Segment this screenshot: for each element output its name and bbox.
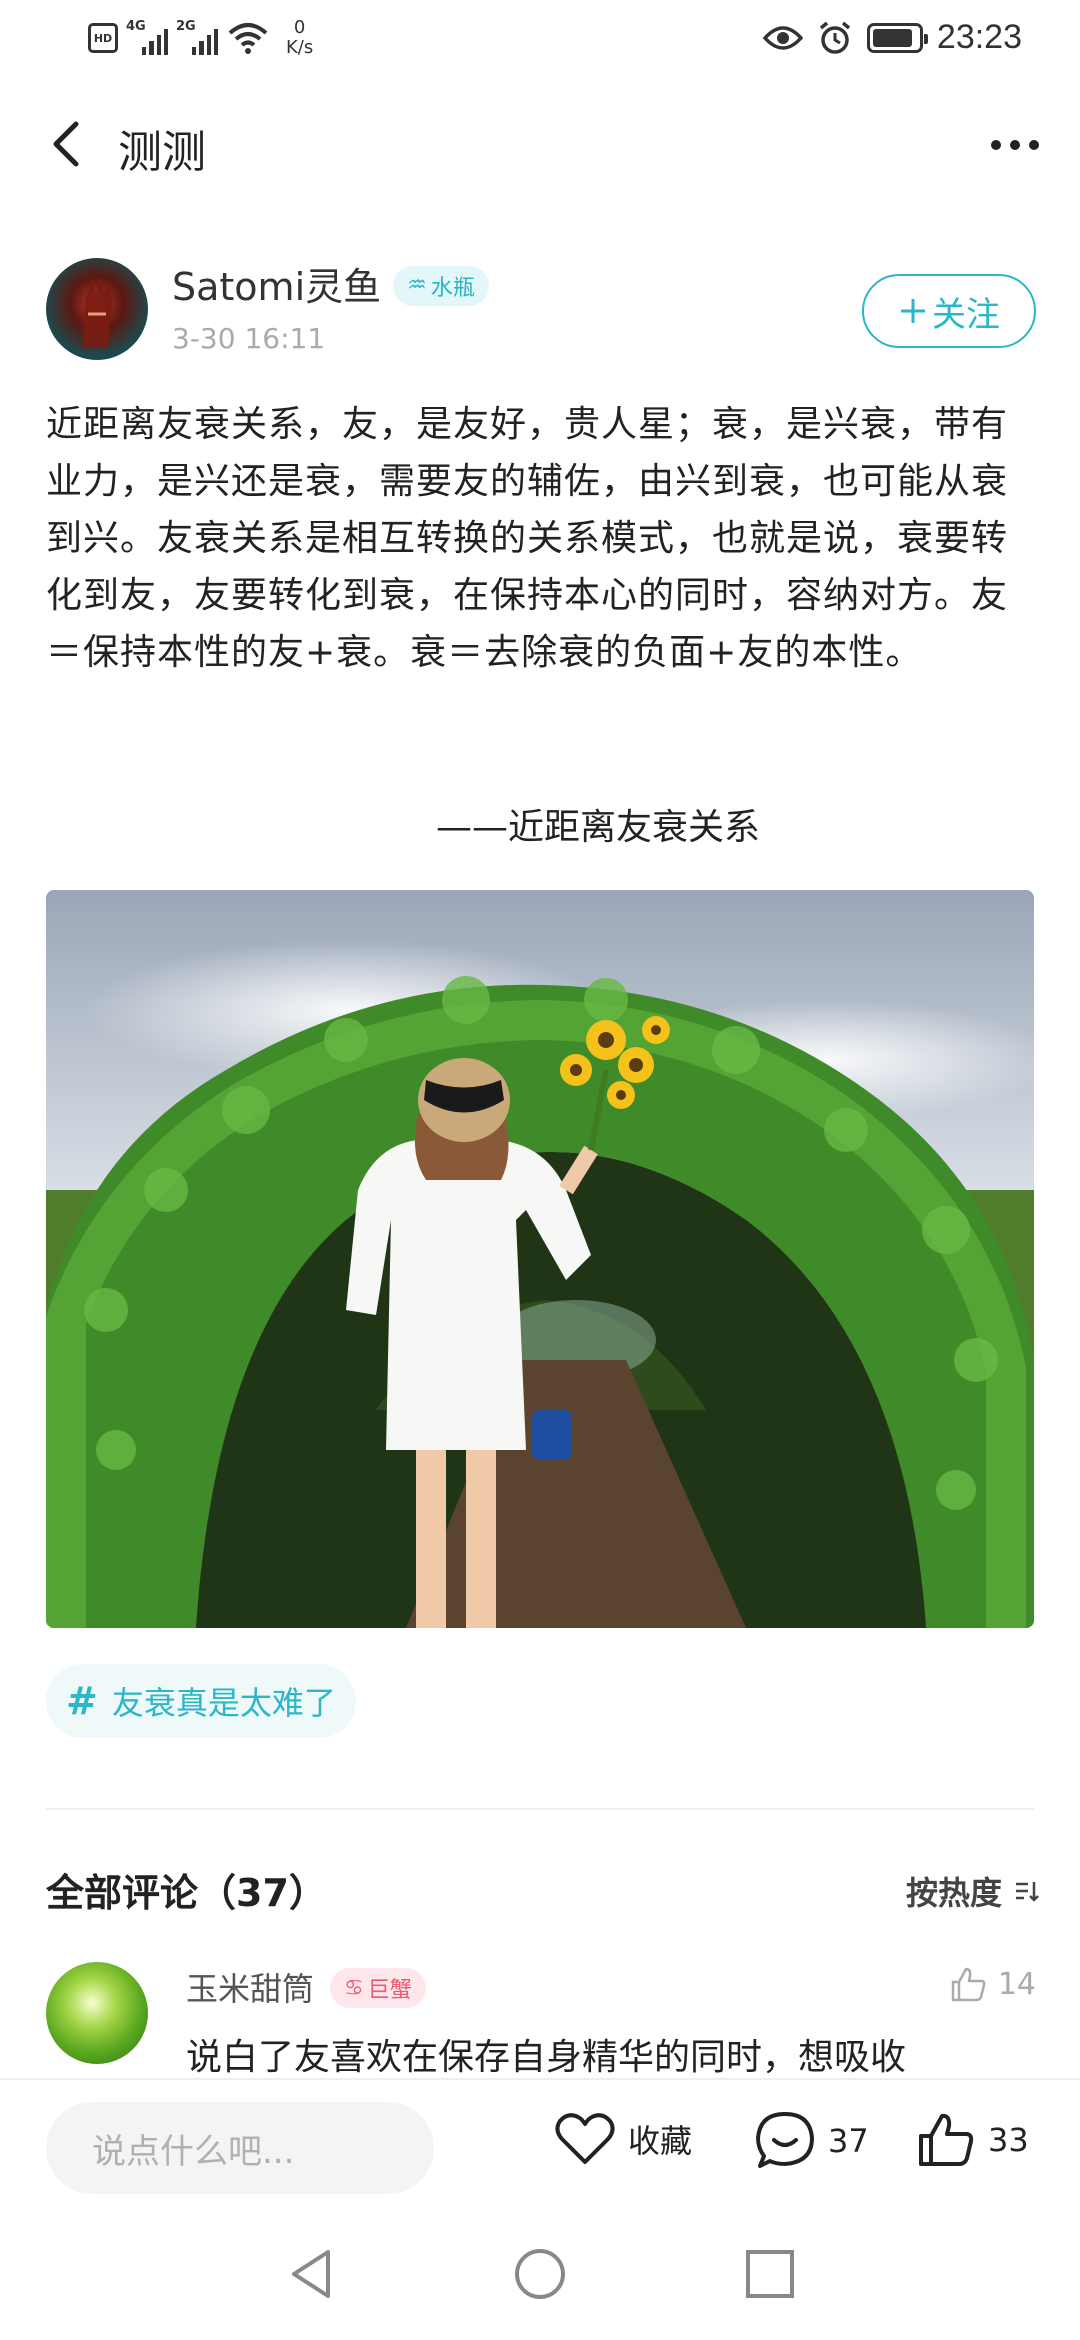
thumbs-up-icon	[919, 2113, 974, 2166]
bottom-action-bar: 说点什么吧... 收藏 37 33	[0, 2078, 1080, 2208]
status-right: 23:23	[762, 18, 1022, 57]
comment-bubble-icon	[756, 2112, 814, 2168]
plus-icon	[901, 299, 925, 323]
page-title: 测测	[118, 127, 206, 178]
top-app-bar: 测测	[0, 100, 1080, 190]
zodiac-badge: ♒ 水瓶	[393, 265, 489, 306]
comment-like-button[interactable]: 14	[948, 1964, 1036, 2004]
post-detail-screen: HD 4G 2G 0 K/s 23:23 测测 Satomi灵鱼 ♒ 水瓶 3-…	[0, 0, 1080, 2340]
post-photo[interactable]	[46, 890, 1034, 1628]
status-bar: HD 4G 2G 0 K/s 23:23	[0, 0, 1080, 80]
nav-recents-icon[interactable]	[740, 2244, 800, 2304]
photo-illustration	[46, 890, 1034, 1628]
signal-4g-icon: 4G	[126, 19, 168, 55]
chevron-left-icon[interactable]	[40, 114, 100, 174]
zodiac-label: 水瓶	[430, 275, 475, 301]
system-nav-bar	[0, 2208, 1080, 2340]
comment-count: 37	[828, 2122, 869, 2160]
aquarius-icon: ♒	[407, 273, 427, 298]
nav-home-icon[interactable]	[510, 2244, 570, 2304]
sort-icon	[1016, 1882, 1039, 1902]
signal-2g-icon: 2G	[176, 19, 218, 55]
sort-by-popularity-button[interactable]: 按热度	[906, 1868, 1040, 1914]
author-avatar[interactable]	[46, 258, 148, 360]
follow-label: 关注	[932, 294, 1000, 335]
battery-icon	[866, 22, 928, 53]
favorite-label: 收藏	[628, 2122, 693, 2160]
divider	[46, 1808, 1034, 1810]
commenter-name[interactable]: 玉米甜筒	[186, 1970, 314, 2008]
heart-icon	[555, 2113, 615, 2164]
follow-button[interactable]: 关注	[862, 274, 1036, 348]
topic-tag-label: 友衰真是太难了	[111, 1684, 336, 1722]
author-row: Satomi灵鱼 ♒ 水瓶 3-30 16:11 关注	[46, 256, 1036, 366]
alarm-icon	[819, 21, 851, 54]
favorite-button[interactable]: 收藏	[554, 2110, 692, 2168]
like-count: 33	[988, 2121, 1029, 2159]
topic-tag[interactable]: # 友衰真是太难了	[46, 1664, 356, 1738]
speed-value: 0	[293, 17, 306, 38]
clock: 23:23	[936, 18, 1022, 56]
comment-button[interactable]: 37	[754, 2110, 869, 2172]
author-name[interactable]: Satomi灵鱼	[172, 265, 381, 309]
nav-back-icon[interactable]	[282, 2244, 342, 2304]
cancer-icon: ♋	[344, 1975, 364, 2001]
post-quote: ——近距离友衰关系	[436, 807, 761, 848]
more-dots-icon[interactable]	[980, 120, 1050, 170]
zodiac-label: 巨蟹	[367, 1978, 412, 2003]
speed-unit: K/s	[286, 37, 314, 58]
zodiac-badge: ♋ 巨蟹	[330, 1968, 426, 2008]
hd-icon: HD	[88, 23, 118, 53]
post-body: 近距离友衰关系，友，是友好，贵人星；衰，是兴衰，带有业力，是兴还是衰，需要友的辅…	[46, 404, 1009, 673]
network-speed: 0 K/s	[286, 18, 313, 58]
like-button[interactable]: 33	[916, 2110, 1029, 2170]
comments-title: 全部评论（37）	[46, 1871, 327, 1915]
status-left: HD 4G 2G 0 K/s	[88, 18, 313, 58]
thumbs-up-icon	[951, 1967, 986, 2002]
eye-icon	[762, 25, 803, 50]
author-name-line: Satomi灵鱼 ♒ 水瓶	[172, 256, 489, 311]
commenter-name-line: 玉米甜筒 ♋ 巨蟹	[186, 1964, 426, 2011]
commenter-avatar[interactable]	[46, 1962, 148, 2064]
comment-item: 玉米甜筒 ♋ 巨蟹 14 说白了友喜欢在保存自身精华的同时，想吸收	[46, 1962, 1036, 2082]
comment-input[interactable]: 说点什么吧...	[46, 2102, 434, 2194]
wifi-icon	[228, 23, 268, 54]
comment-like-count: 14	[997, 1966, 1036, 2002]
post-date: 3-30 16:11	[172, 322, 326, 355]
comment-text: 说白了友喜欢在保存自身精华的同时，想吸收	[186, 2037, 907, 2078]
net1-label: 4G	[126, 19, 146, 34]
hd-label: HD	[93, 31, 113, 45]
net2-label: 2G	[176, 19, 196, 34]
sort-label: 按热度	[905, 1874, 1002, 1912]
hashtag-icon: #	[66, 1679, 98, 1723]
